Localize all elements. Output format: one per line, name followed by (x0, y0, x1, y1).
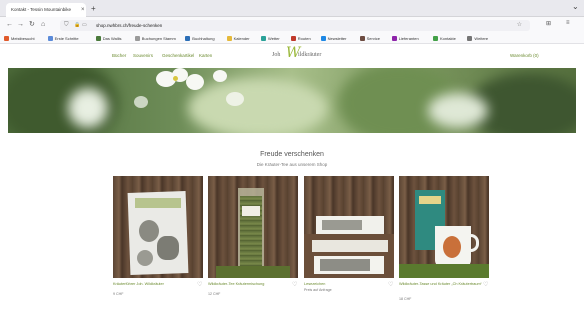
bookmark-item[interactable]: Service (359, 34, 380, 43)
bookmark-label: Buchhaltung (192, 36, 215, 41)
shield-icon[interactable]: ⛉ (64, 20, 69, 31)
url-text[interactable]: shop.nwhbrs.ch/freude-schenken (96, 23, 162, 28)
page-info-icon[interactable]: ▭ (82, 20, 87, 31)
new-tab-button[interactable]: + (91, 3, 96, 15)
app-menu-icon[interactable]: ≡ (566, 20, 570, 26)
bookmark-label: Weitere (474, 36, 489, 41)
bookmark-favicon-icon (359, 36, 365, 42)
cart-link[interactable]: Warenkorb (0) (510, 53, 539, 58)
url-bar[interactable]: ⛉ 🔒 ▭ shop.nwhbrs.ch/freude-schenken ☆ (60, 20, 530, 31)
product-title[interactable]: Wildkräuter-Tee Kräutermischung (208, 282, 292, 287)
product-title[interactable]: Lesezeichen (304, 282, 388, 287)
bookmark-star-icon[interactable]: ☆ (517, 20, 522, 31)
bookmark-favicon-icon (185, 36, 191, 42)
bookmark-item[interactable]: Routen (290, 34, 311, 43)
bookmark-label: Wetter (268, 36, 280, 41)
bookmark-item[interactable]: Newsletter (320, 34, 347, 43)
bookmark-label: Erste Schritte (54, 36, 79, 41)
product-title[interactable]: Kräuterführer Joh. Wildkräuter (113, 282, 197, 287)
bookmark-favicon-icon (391, 36, 397, 42)
navigation-bar: ← → ↻ ⌂ ⛉ 🔒 ▭ shop.nwhbrs.ch/freude-sche… (0, 17, 584, 33)
bookmark-favicon-icon (47, 36, 53, 42)
bookmark-label: Das Wallis (102, 36, 122, 41)
forward-button[interactable]: → (17, 20, 24, 30)
product-image-mug[interactable] (399, 176, 489, 278)
menu-item-cards[interactable]: Karten (199, 53, 212, 58)
browser-tab[interactable]: Kontakt - Tessin Mountainbike × (6, 3, 86, 17)
bookmark-item[interactable]: Buchungen Stamm (134, 34, 176, 43)
bookmark-favicon-icon (433, 36, 438, 42)
bookmark-label: Buchungen Stamm (141, 36, 176, 41)
site-header: Bücher Souvenirs Geschenkartikel Karten … (0, 44, 584, 68)
site-logo[interactable]: Joh W ildkräuter (272, 45, 332, 65)
bookmark-favicon-icon (290, 36, 296, 42)
heart-icon[interactable]: ♡ (483, 281, 488, 288)
extensions-icon[interactable]: ⊞ (546, 20, 551, 27)
bookmark-label: Kontakte (440, 36, 456, 41)
logo-suffix: ildkräuter (298, 52, 322, 58)
bookmark-label: Meistbesucht (11, 36, 35, 41)
bookmark-favicon-icon (95, 36, 101, 42)
logo-prefix: Joh (272, 52, 281, 58)
bookmark-item[interactable]: Meistbesucht (4, 34, 35, 43)
bookmarks-bar: Meistbesucht Erste Schritte Das Wallis Buch… (0, 33, 584, 44)
heart-icon[interactable]: ♡ (292, 281, 297, 288)
product-price: Preis auf Anfrage (304, 288, 332, 292)
product-image-tea[interactable] (208, 176, 298, 278)
close-tab-icon[interactable]: × (81, 3, 85, 17)
bookmark-label: Kalender (233, 36, 250, 41)
lock-icon[interactable]: 🔒 (74, 20, 80, 31)
tab-list-icon[interactable]: ⌄ (572, 2, 579, 11)
heart-icon[interactable]: ♡ (197, 281, 202, 288)
bookmark-item[interactable]: Erste Schritte (47, 34, 79, 43)
bookmark-label: Lieferanten (398, 36, 419, 41)
bookmark-item[interactable]: Buchhaltung (185, 34, 215, 43)
bookmark-label: Service (366, 36, 380, 41)
bookmark-item[interactable]: Kalender (226, 34, 250, 43)
section-subtitle: Die Kräuter-Tee aus unserem Shop (256, 162, 328, 167)
back-button[interactable]: ← (6, 20, 13, 30)
product-price: 9 CHF (113, 292, 124, 296)
bookmark-favicon-icon (261, 36, 266, 42)
product-image-bookmarks[interactable] (304, 176, 394, 278)
hero-banner (8, 68, 576, 133)
menu-item-souvenirs[interactable]: Souvenirs (133, 53, 153, 58)
bookmark-favicon-icon (134, 36, 140, 42)
home-button[interactable]: ⌂ (41, 20, 45, 30)
menu-item-books[interactable]: Bücher (112, 53, 126, 58)
product-title[interactable]: Wildkräuter-Tasse und Kräuter „Ch Kräute… (399, 282, 483, 287)
product-price: 18 CHF (399, 297, 412, 301)
bookmark-favicon-icon (226, 36, 232, 42)
reload-button[interactable]: ↻ (29, 20, 35, 30)
bookmark-favicon-icon (467, 36, 473, 42)
bookmark-label: Newsletter (327, 36, 347, 41)
bookmark-item[interactable]: Weitere (467, 34, 488, 43)
tab-bar: Kontakt - Tessin Mountainbike × + ⌄ (0, 0, 584, 17)
product-image-book[interactable] (113, 176, 203, 278)
bookmark-item[interactable]: Das Wallis (95, 34, 122, 43)
bookmark-item[interactable]: Wetter (261, 34, 280, 43)
bookmark-favicon-icon (4, 36, 9, 42)
bookmark-item[interactable]: Kontakte (433, 34, 456, 43)
menu-item-gifts[interactable]: Geschenkartikel (162, 53, 194, 58)
bookmark-label: Routen (297, 36, 311, 41)
tab-title: Kontakt - Tessin Mountainbike (11, 7, 71, 12)
product-price: 12 CHF (208, 292, 221, 296)
bookmark-favicon-icon (320, 36, 326, 42)
section-title: Freude verschenken (260, 151, 324, 158)
bookmark-item[interactable]: Lieferanten (391, 34, 419, 43)
heart-icon[interactable]: ♡ (388, 281, 393, 288)
